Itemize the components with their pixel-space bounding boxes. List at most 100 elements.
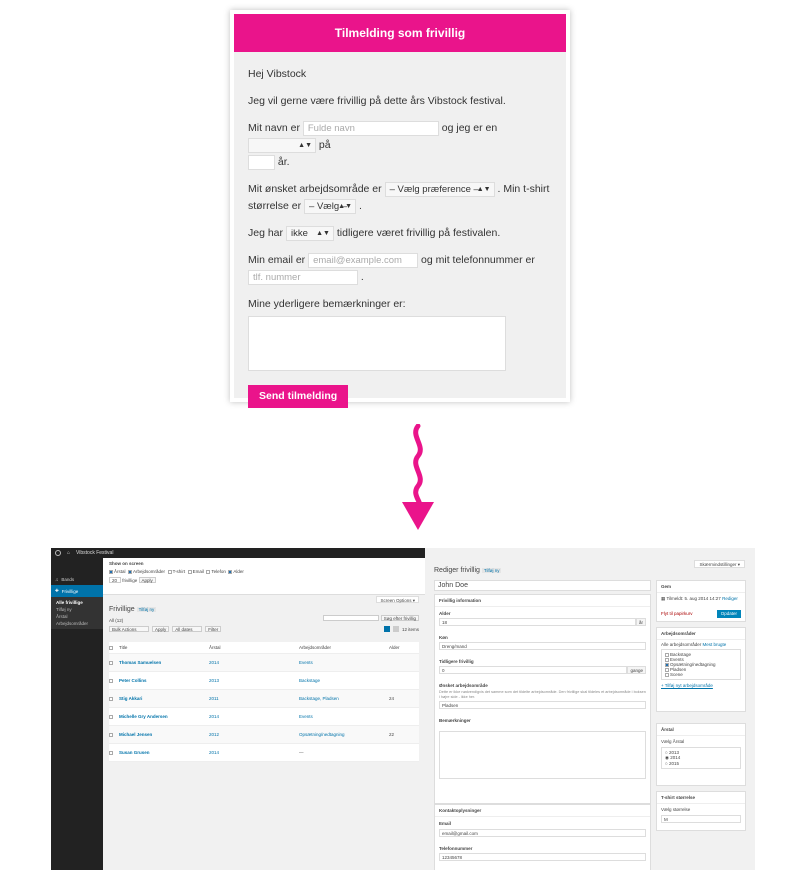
row-select-cell[interactable] xyxy=(109,696,119,701)
sidebar-subitem-areas[interactable]: Arbejdsområder xyxy=(51,620,103,627)
contact-metabox: Kontaktoplysninger Email email@gmail.com… xyxy=(434,804,651,870)
area-checkbox-row[interactable]: Scene xyxy=(665,672,737,677)
sidebar-item-bands[interactable]: ♫ Bands xyxy=(51,574,103,585)
row-select-cell[interactable] xyxy=(109,678,119,683)
row-year[interactable]: 2012 xyxy=(209,732,299,737)
row-title[interactable]: Stig Akkari xyxy=(119,696,209,701)
wordpress-icon[interactable] xyxy=(55,550,61,556)
column-toggle-label: T-shirt xyxy=(172,569,186,574)
age-field[interactable]: 18 xyxy=(439,618,636,626)
column-toggle[interactable]: Årstal xyxy=(109,569,126,574)
column-toggle[interactable]: Email xyxy=(187,569,204,574)
areas-tab-all[interactable]: Alle arbejdsområder xyxy=(661,642,701,647)
name-input[interactable]: Fulde navn xyxy=(302,120,439,136)
date-filter-select[interactable]: All dates xyxy=(172,626,203,632)
row-area: — xyxy=(299,750,304,755)
add-new-button[interactable]: Tilføj ny xyxy=(136,607,157,612)
column-header[interactable]: Title xyxy=(119,645,209,650)
remarks-textarea[interactable] xyxy=(248,316,506,371)
bulk-apply-button[interactable]: Apply xyxy=(152,626,170,632)
search-input[interactable] xyxy=(322,615,379,621)
volunteer-form-card: Tilmelding som frivillig Hej Vibstock Je… xyxy=(230,10,570,408)
email-prefix: Min email er xyxy=(248,254,306,266)
row-select-cell[interactable] xyxy=(109,714,119,719)
column-toggle[interactable]: T-shirt xyxy=(167,569,186,574)
edit-screen-options-toggle[interactable]: Skærmindstillinger ▾ xyxy=(694,560,745,568)
row-area[interactable]: Events xyxy=(299,714,389,719)
gender-field[interactable]: Dreng/mand xyxy=(439,642,646,650)
row-year[interactable]: 2014 xyxy=(209,750,299,755)
select-all-cell[interactable] xyxy=(109,645,119,650)
row-select-cell[interactable] xyxy=(109,660,119,665)
per-page-input[interactable]: 20 xyxy=(109,577,121,583)
trash-link[interactable]: Flyt til papirkurv xyxy=(661,611,693,616)
prev-field[interactable]: 0 xyxy=(439,666,628,674)
row-year[interactable]: 2011 xyxy=(209,696,299,701)
row-title[interactable]: Michael Jensen xyxy=(119,732,209,737)
form-title: Tilmelding som frivillig xyxy=(234,14,566,52)
year-radio-list: ○ 2013 ◉ 2014 ○ 2015 xyxy=(661,747,741,769)
column-toggle-label: Arbejdsområder xyxy=(133,569,166,574)
tshirt-select[interactable]: M xyxy=(661,815,741,823)
remarks-field[interactable] xyxy=(439,731,646,779)
publish-metabox-title[interactable]: Gem xyxy=(657,581,745,593)
year-metabox-title[interactable]: Årstal xyxy=(657,724,745,736)
title-input[interactable]: John Doe xyxy=(434,580,651,591)
filter-button[interactable]: Filter xyxy=(205,626,222,632)
add-area-link[interactable]: + Tilføj nyt arbejdsområde xyxy=(661,683,741,688)
before-select[interactable]: ikke ▲▼ xyxy=(285,225,334,241)
areas-metabox-title[interactable]: Arbejdsområder xyxy=(657,628,745,640)
search-button[interactable]: Søg efter frivillig xyxy=(380,615,419,621)
sidebar-item-frivillige[interactable]: ✚ Frivillige xyxy=(51,585,103,597)
excerpt-view-icon[interactable] xyxy=(392,626,399,632)
email-field-admin[interactable]: email@gmail.com xyxy=(439,829,646,837)
row-area[interactable]: Events xyxy=(299,660,389,665)
area-select[interactable]: – Vælg præference – ▲▼ xyxy=(384,181,495,197)
row-title[interactable]: Peter Collins xyxy=(119,678,209,683)
row-year[interactable]: 2014 xyxy=(209,714,299,719)
year-radio-row[interactable]: ○ 2015 xyxy=(665,761,737,766)
row-title[interactable]: Thomas Samuelsen xyxy=(119,660,209,665)
row-title[interactable]: Susan Grusen xyxy=(119,750,209,755)
contact-metabox-title[interactable]: Kontaktoplysninger xyxy=(435,805,650,817)
age-input[interactable] xyxy=(248,154,275,170)
column-toggle[interactable]: Arbejdsområder xyxy=(128,569,165,574)
gender-select[interactable]: ▲▼ xyxy=(248,137,316,153)
area-field[interactable]: Pladsen xyxy=(439,701,646,709)
column-toggle-label: Email xyxy=(192,569,204,574)
admin-screenshot: ⌂ Vibstock Festival ♫ Bands ✚ Frivillige… xyxy=(51,548,755,870)
size-select[interactable]: – Vælg – ▲▼ xyxy=(304,198,357,214)
tshirt-metabox-title[interactable]: T-shirt størrelse xyxy=(657,792,745,804)
row-title[interactable]: Michelle Gry Andersen xyxy=(119,714,209,719)
column-toggle[interactable]: Telefon xyxy=(206,569,226,574)
publish-metabox-body: ▦ Tilmeldt: 5. aug 2014 14:27 Rediger xyxy=(657,593,745,605)
row-area[interactable]: Backstage xyxy=(299,678,389,683)
edit-date-link[interactable]: Rediger xyxy=(722,596,738,601)
list-view-icon[interactable] xyxy=(383,626,390,632)
bulk-actions-select[interactable]: Bulk Actions xyxy=(109,626,149,632)
row-year[interactable]: 2014 xyxy=(209,660,299,665)
screen-options-apply-button[interactable]: Apply xyxy=(138,577,156,583)
row-area[interactable]: Backstage, Pladsen xyxy=(299,696,389,701)
edit-add-new-button[interactable]: Tilføj ny xyxy=(481,568,502,573)
sidebar-subitem-all[interactable]: Alle frivillige xyxy=(51,599,103,606)
email-input[interactable]: email@example.com xyxy=(308,252,419,268)
row-select-cell[interactable] xyxy=(109,732,119,737)
phone-field-admin[interactable]: 12345678 xyxy=(439,853,646,861)
sidebar-subitem-years[interactable]: Årstal xyxy=(51,613,103,620)
remarks-label-admin: Bemærkninger xyxy=(439,718,471,723)
submit-button[interactable]: Send tilmelding xyxy=(248,385,349,408)
screen-options-toggle[interactable]: Screen Options ▾ xyxy=(376,596,419,603)
site-name[interactable]: Vibstock Festival xyxy=(76,550,113,556)
update-button[interactable]: Opdater xyxy=(716,610,741,618)
row-select-cell[interactable] xyxy=(109,750,119,755)
areas-tab-used[interactable]: Mest brugte xyxy=(703,642,727,647)
sidebar-subitem-add[interactable]: Tilføj ny xyxy=(51,606,103,613)
phone-input[interactable]: tlf. nummer xyxy=(248,269,358,285)
row-year[interactable]: 2013 xyxy=(209,678,299,683)
info-metabox: Frivillig information Alder 18 år Køn Dr… xyxy=(434,594,651,804)
info-metabox-title[interactable]: Frivillig information xyxy=(435,595,650,607)
filter-all-link[interactable]: All (12) xyxy=(109,618,123,623)
column-toggle[interactable]: Alder xyxy=(228,569,244,574)
row-area[interactable]: Opsætning/nedtagning xyxy=(299,732,389,737)
